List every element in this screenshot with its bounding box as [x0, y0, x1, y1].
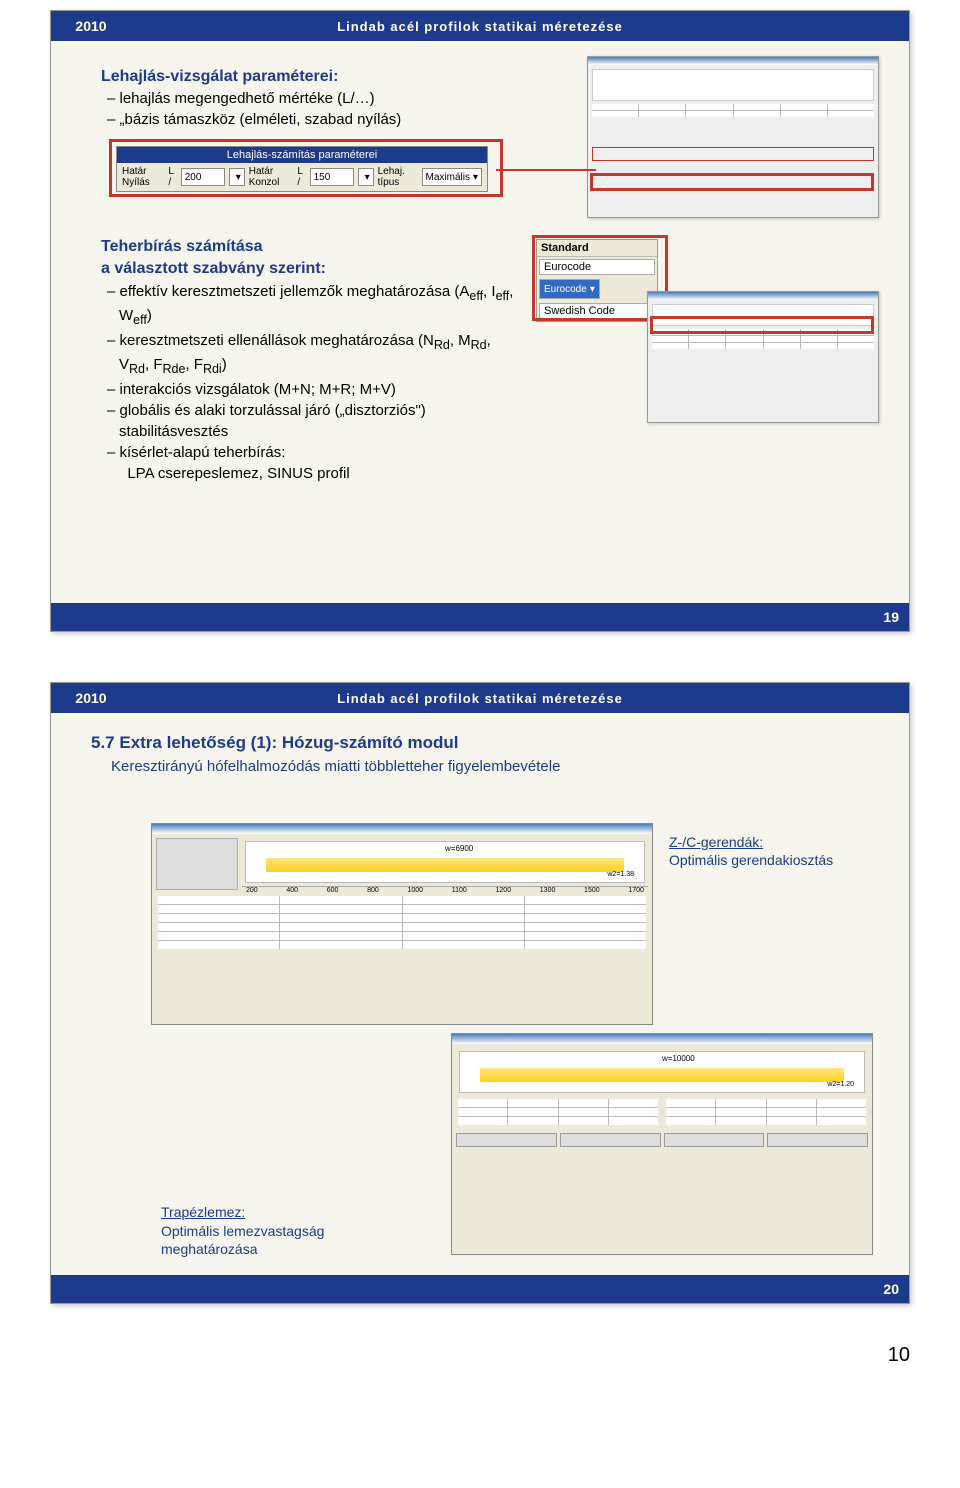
section2-title: Teherbírás számítása	[101, 238, 263, 255]
section1-item: – lehajlás megengedhető mértéke (L/…)	[119, 88, 521, 109]
slide-number: 20	[883, 1281, 909, 1297]
slide-footer: 20	[51, 1275, 909, 1303]
redbox-screenshot-top	[590, 173, 874, 191]
slide-number: 19	[883, 609, 909, 625]
ruler-tick: 1100	[452, 887, 467, 894]
chart1-width-label: w=6900	[445, 844, 473, 853]
section1-title: Lehajlás-vizsgálat paraméterei:	[101, 68, 338, 85]
toolbar-button[interactable]	[664, 1133, 765, 1147]
chart2-step: w2=1.20	[827, 1081, 854, 1088]
slide-19: 2010 Lindab acél profilok statikai méret…	[50, 10, 910, 632]
section-title: 5.7 Extra lehetőség (1): Hózug-számító m…	[91, 733, 869, 753]
connector-line-top	[496, 169, 596, 171]
annotation-left: Trapézlemez: Optimális lemezvastagság me…	[161, 1203, 421, 1258]
slide-body: 5.7 Extra lehetőség (1): Hózug-számító m…	[51, 733, 909, 1293]
redbox-screenshot-bottom	[650, 316, 874, 334]
section2-subtitle: a választott szabvány szerint:	[101, 260, 326, 277]
slide-footer: 19	[51, 603, 909, 631]
ruler-tick: 200	[246, 887, 258, 894]
ruler-tick: 800	[367, 887, 379, 894]
header-year: 2010	[51, 18, 131, 34]
chart-window-top: w=6900 w2=1.38 200 400 600 800 1000 1100	[151, 823, 653, 1025]
section2-item: – interakciós vizsgálatok (M+N; M+R; M+V…	[119, 379, 521, 400]
section-subtitle: Keresztirányú hófelhalmozódás miatti töb…	[111, 758, 849, 775]
section1-item: – „bázis támaszköz (elméleti, szabad nyí…	[119, 109, 521, 130]
redbox-panel	[109, 139, 503, 197]
section2-item: – globális és alaki torzulással járó („d…	[119, 400, 521, 442]
section2-item: – kísérlet-alapú teherbírás: LPA cserepe…	[119, 442, 521, 484]
chart2-width-label: w=10000	[662, 1054, 695, 1063]
section2-item: – keresztmetszeti ellenállások meghatáro…	[119, 330, 521, 379]
ruler-tick: 400	[286, 887, 298, 894]
app-screenshot-top	[587, 56, 879, 218]
ruler-tick: 1300	[540, 887, 556, 894]
annotation-right: Z-/C-gerendák: Optimális gerendakiosztás	[669, 833, 849, 869]
deflection-params: Lehajlás-vizsgálat paraméterei: – lehajl…	[101, 66, 521, 130]
slide-body: Lehajlás-vizsgálat paraméterei: – lehajl…	[51, 41, 909, 601]
annotation-right-text: Optimális gerendakiosztás	[669, 852, 833, 868]
page-number: 10	[0, 1344, 910, 1367]
ruler-tick: 1200	[496, 887, 512, 894]
toolbar-button[interactable]	[767, 1133, 868, 1147]
ruler-tick: 1700	[628, 887, 644, 894]
slide-20: 2010 Lindab acél profilok statikai méret…	[50, 682, 910, 1304]
annotation-right-title: Z-/C-gerendák:	[669, 834, 763, 850]
toolbar-button[interactable]	[560, 1133, 661, 1147]
app-screenshot-bottom	[647, 291, 879, 423]
ruler-tick: 1500	[584, 887, 600, 894]
header-title: Lindab acél profilok statikai méretezése	[131, 691, 829, 706]
section2-item: – effektív keresztmetszeti jellemzők meg…	[119, 281, 521, 330]
chart1-step: w2=1.38	[607, 871, 634, 878]
header-title: Lindab acél profilok statikai méretezése	[131, 19, 829, 34]
capacity-calc: Teherbírás számítása a választott szabvá…	[101, 236, 521, 484]
header-year: 2010	[51, 690, 131, 706]
chart-window-bottom: w=10000 w2=1.20	[451, 1033, 873, 1255]
slide-header: 2010 Lindab acél profilok statikai méret…	[51, 683, 909, 713]
ruler-tick: 1000	[408, 887, 424, 894]
annotation-left-title: Trapézlemez:	[161, 1204, 245, 1220]
annotation-left-text: Optimális lemezvastagság meghatározása	[161, 1223, 324, 1257]
slide-header: 2010 Lindab acél profilok statikai méret…	[51, 11, 909, 41]
toolbar-button[interactable]	[456, 1133, 557, 1147]
ruler-tick: 600	[327, 887, 339, 894]
